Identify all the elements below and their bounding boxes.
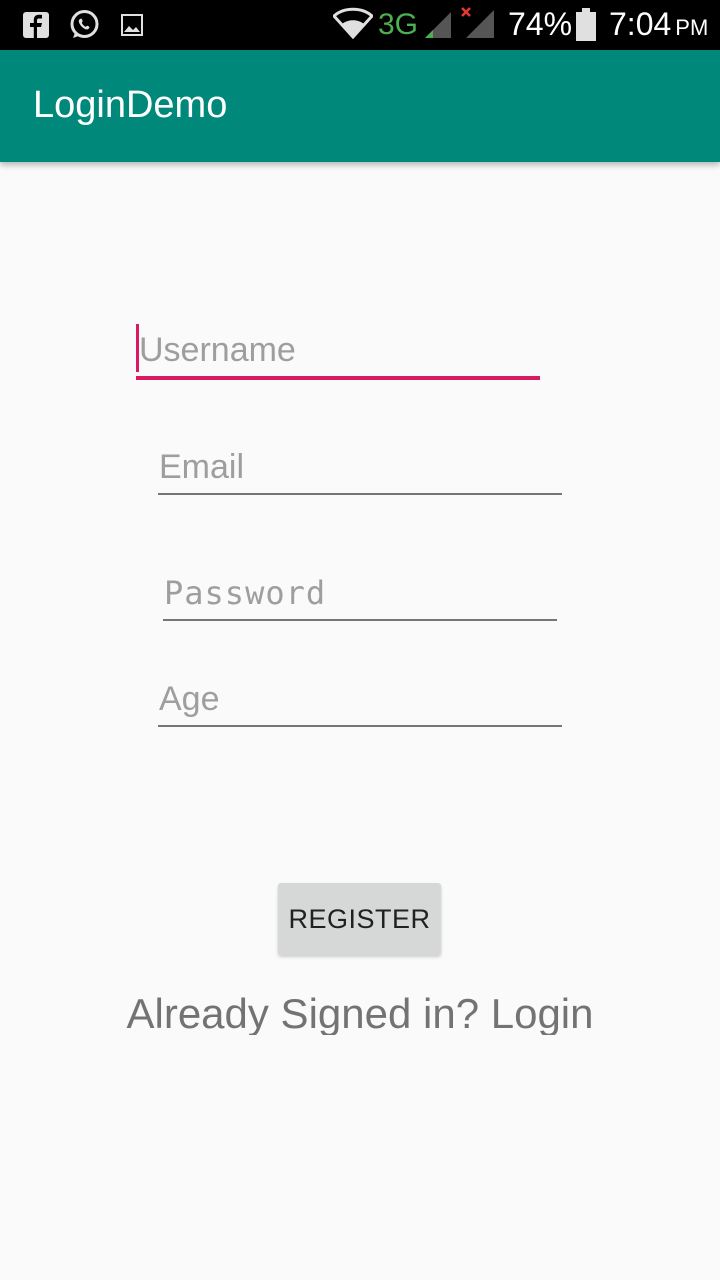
status-bar: 3G 74% 7:04 PM	[0, 0, 720, 50]
app-bar: LoginDemo	[0, 50, 720, 162]
email-input[interactable]	[159, 445, 549, 489]
age-input[interactable]	[159, 677, 549, 721]
network-type-label: 3G	[378, 8, 419, 41]
username-field[interactable]	[136, 322, 540, 380]
gallery-icon	[121, 14, 143, 41]
facebook-icon	[23, 12, 49, 43]
age-underline	[158, 725, 562, 727]
register-button[interactable]: REGISTER	[278, 883, 441, 955]
username-input[interactable]	[139, 328, 529, 372]
login-link[interactable]: Already Signed in? Login	[0, 990, 720, 1035]
clock-ampm: PM	[675, 15, 709, 40]
whatsapp-icon	[69, 9, 100, 45]
email-field[interactable]	[158, 440, 562, 495]
email-underline	[158, 493, 562, 495]
age-field[interactable]	[158, 672, 562, 727]
password-input[interactable]	[164, 571, 544, 615]
battery-icon	[575, 8, 597, 47]
password-underline	[163, 619, 557, 621]
clock-time: 7:04 PM	[609, 6, 708, 43]
battery-percent: 74%	[508, 6, 573, 42]
wifi-icon	[331, 7, 375, 44]
clock-time-value: 7:04	[609, 6, 672, 42]
username-underline	[136, 376, 540, 380]
app-title: LoginDemo	[33, 84, 228, 126]
no-signal-icon	[460, 6, 496, 45]
password-field[interactable]	[163, 566, 557, 621]
signal-icon	[423, 10, 453, 45]
